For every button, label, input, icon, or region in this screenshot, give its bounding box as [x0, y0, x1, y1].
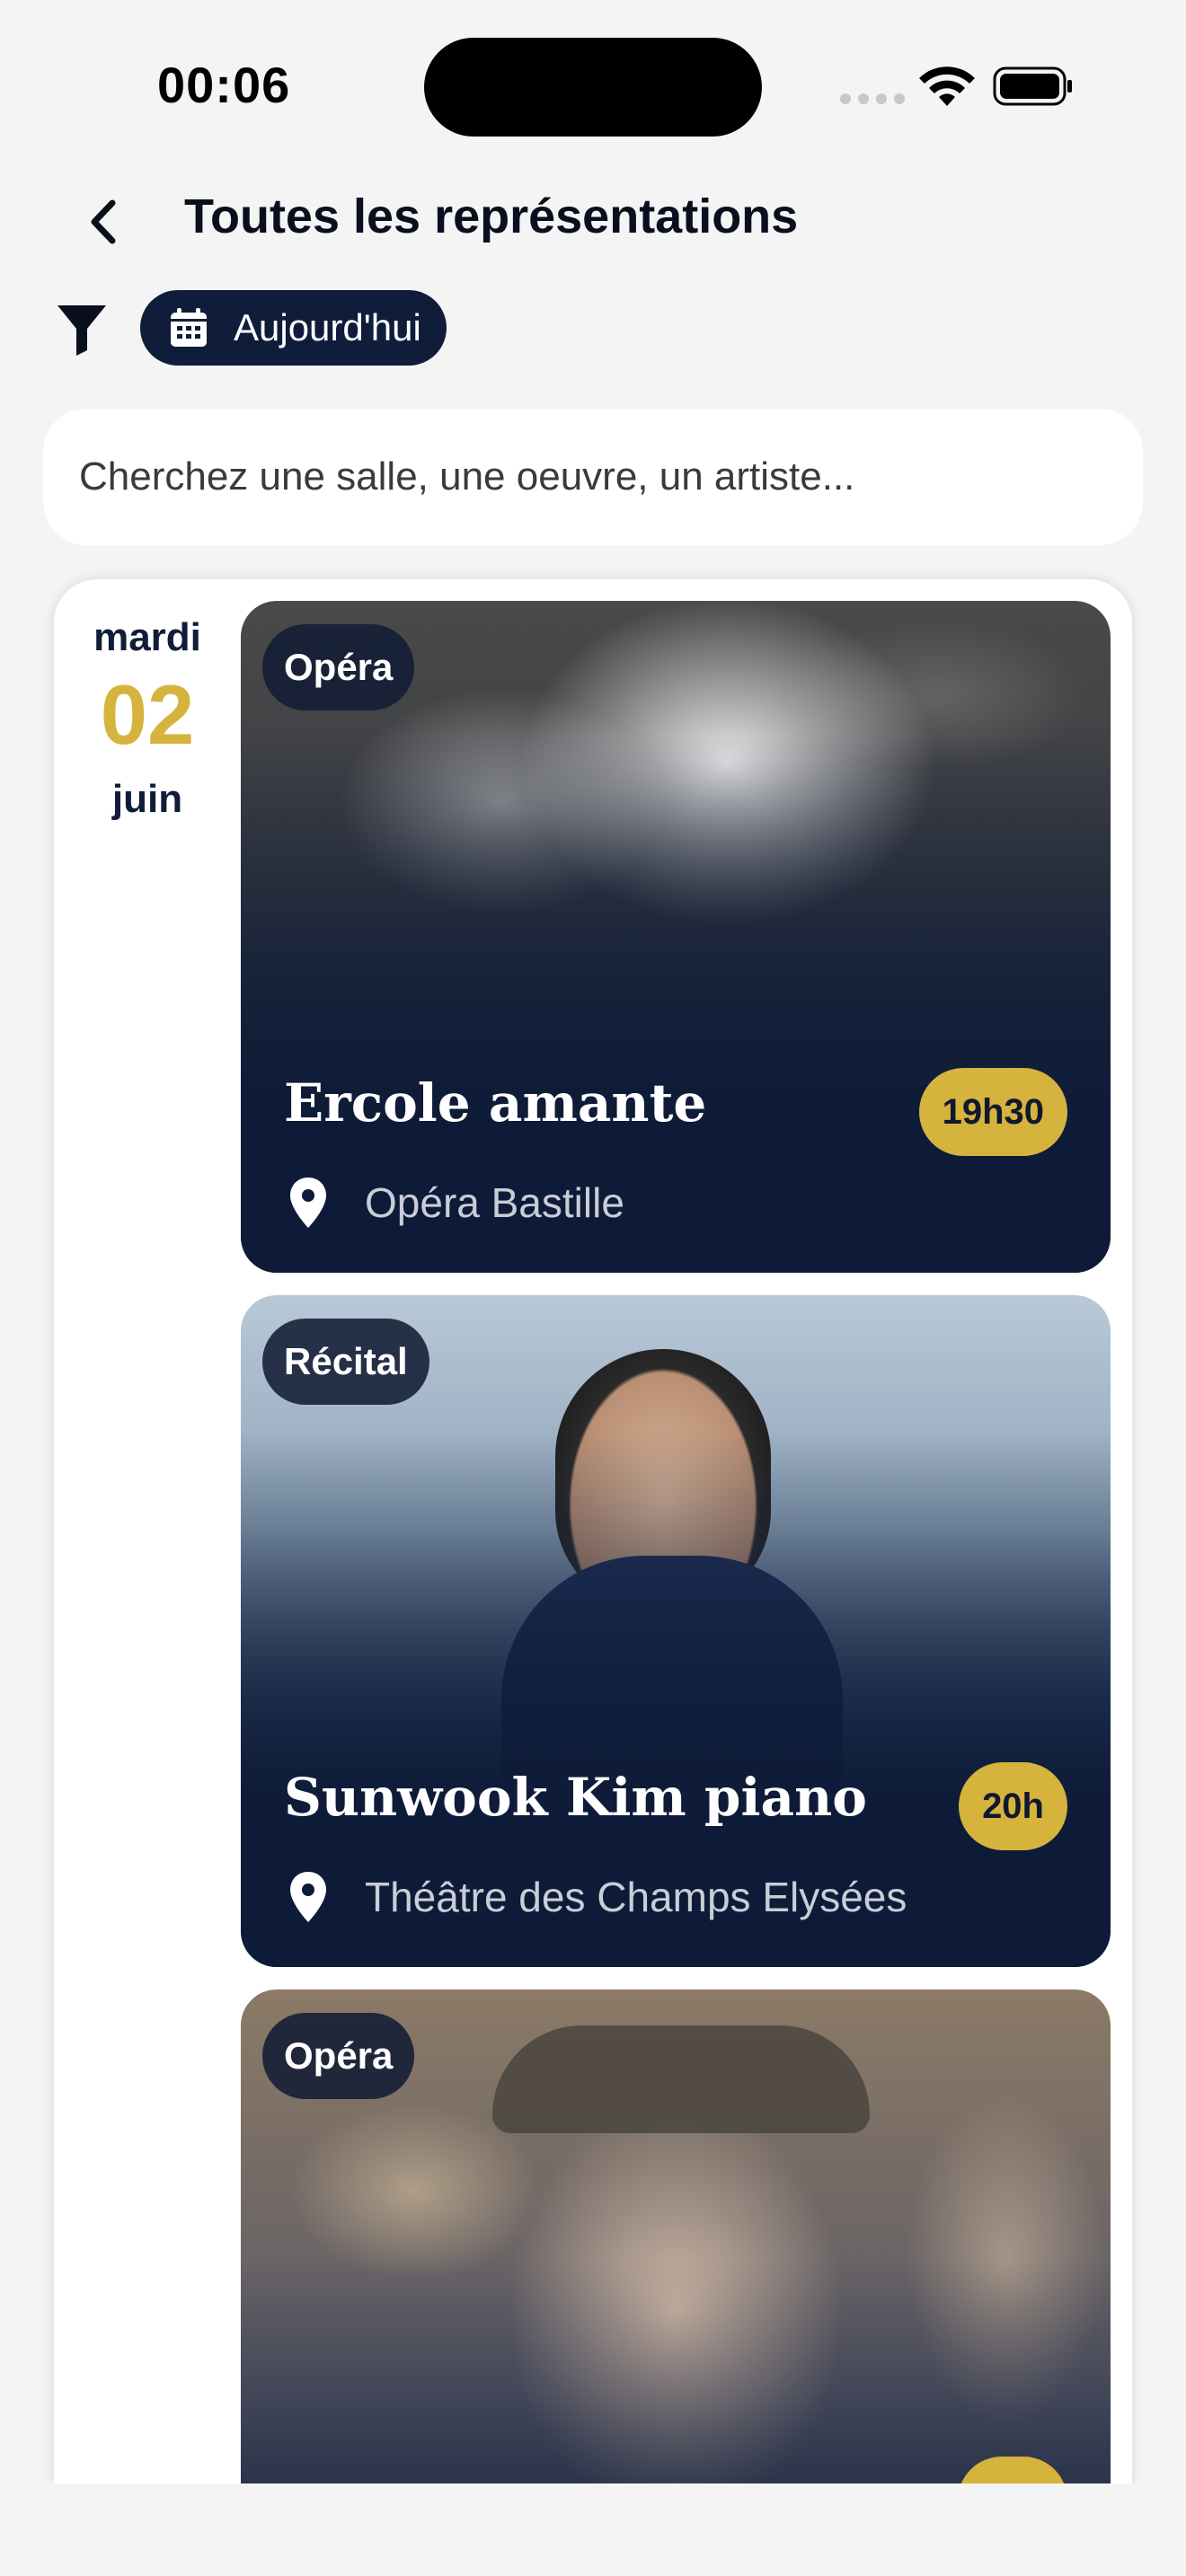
- filter-funnel-icon: [58, 305, 106, 356]
- filter-bar: Aujourd'hui: [0, 287, 1186, 368]
- event-card[interactable]: Opéra Ercole amante 19h30 Opéra Bastille: [241, 601, 1111, 1273]
- date-month: juin: [111, 777, 183, 821]
- battery-icon: [993, 66, 1072, 106]
- calendar-icon: [171, 308, 207, 347]
- date-chip-label: Aujourd'hui: [234, 306, 421, 348]
- search-input[interactable]: [77, 454, 1109, 500]
- event-card[interactable]: Opéra: [241, 1989, 1111, 2483]
- event-venue: Théâtre des Champs Elysées: [288, 1870, 907, 1924]
- events-panel: mardi 02 juin Opéra Ercole amante 19h30 …: [54, 579, 1132, 2483]
- cellular-signal-icon: [840, 93, 905, 104]
- location-pin-icon: [290, 1872, 326, 1922]
- date-day-number: 02: [100, 667, 195, 762]
- event-card[interactable]: Récital Sunwook Kim piano 20h Théâtre de…: [241, 1295, 1111, 1967]
- venue-label: Théâtre des Champs Elysées: [365, 1874, 907, 1920]
- category-badge: Opéra: [262, 2013, 415, 2099]
- event-title: Ercole amante: [284, 1072, 707, 1134]
- back-button[interactable]: [72, 190, 135, 253]
- venue-label: Opéra Bastille: [365, 1179, 624, 1226]
- category-badge: Opéra: [262, 624, 415, 710]
- search-bar[interactable]: [43, 409, 1143, 545]
- wifi-icon: [919, 66, 975, 106]
- location-pin-icon: [290, 1178, 326, 1228]
- event-time-badge: 19h30: [918, 1068, 1067, 1156]
- event-time-badge: 20h: [959, 1762, 1067, 1850]
- date-weekday: mardi: [93, 615, 201, 659]
- top-header: Toutes les représentations: [0, 171, 1186, 269]
- screen-bottom-area: [0, 2483, 1186, 2576]
- event-title: Sunwook Kim piano: [284, 1767, 867, 1828]
- category-badge: Récital: [262, 1319, 429, 1405]
- date-column: mardi 02 juin: [54, 615, 241, 822]
- date-filter-chip[interactable]: Aujourd'hui: [140, 290, 447, 366]
- dynamic-island: [424, 38, 762, 137]
- filter-button[interactable]: [50, 298, 113, 361]
- page-title: Toutes les représentations: [184, 190, 799, 243]
- event-venue: Opéra Bastille: [288, 1176, 624, 1230]
- status-time: 00:06: [157, 57, 291, 113]
- status-bar: 00:06: [0, 0, 1186, 171]
- back-chevron-icon: [91, 199, 116, 244]
